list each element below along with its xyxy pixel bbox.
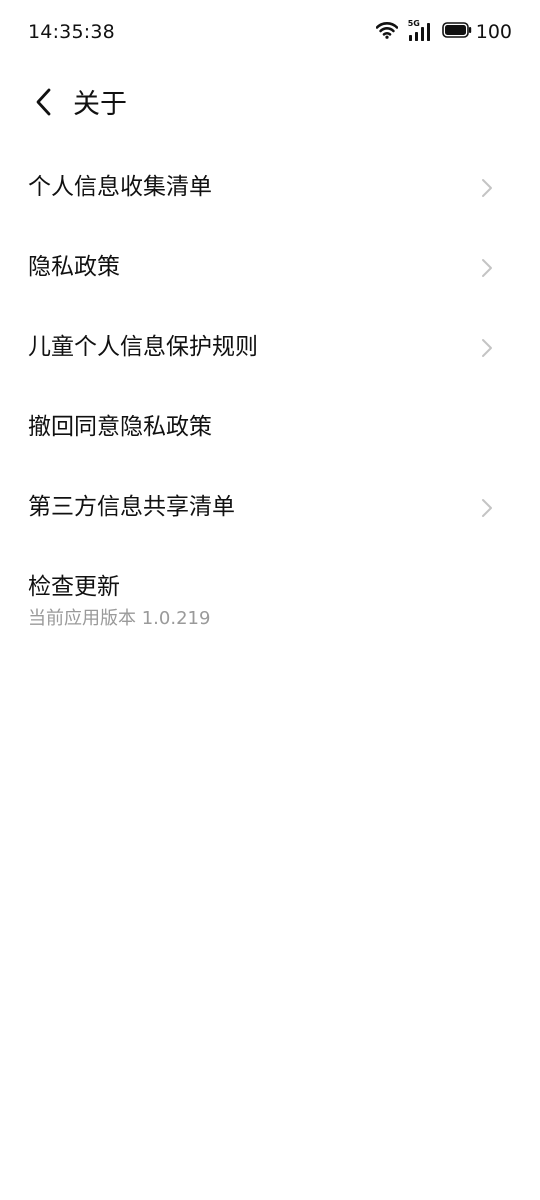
chevron-right-icon: [477, 176, 497, 200]
wifi-icon: [375, 21, 399, 43]
top-app-bar: 关于: [0, 78, 540, 130]
list-item-label: 撤回同意隐私政策: [28, 414, 212, 440]
chevron-right-icon: [477, 256, 497, 280]
chevron-left-icon: [33, 87, 55, 121]
chevron-right-icon: [477, 336, 497, 360]
list-item-children-privacy-rules[interactable]: 儿童个人信息保护规则: [0, 308, 540, 388]
list-item-withdraw-consent[interactable]: 撤回同意隐私政策: [0, 388, 540, 468]
cellular-5g-icon: 5G: [408, 19, 432, 43]
list-item-privacy-policy[interactable]: 隐私政策: [0, 228, 540, 308]
status-icons: 5G 100: [375, 18, 512, 46]
list-item-label: 隐私政策: [28, 254, 120, 280]
list-item-third-party-sharing[interactable]: 第三方信息共享清单: [0, 468, 540, 548]
list-item-check-update[interactable]: 检查更新 当前应用版本 1.0.219: [0, 548, 540, 648]
back-button[interactable]: [26, 86, 62, 122]
chevron-right-icon: [477, 496, 497, 520]
battery-level: 100: [475, 21, 512, 43]
battery-icon: [441, 22, 472, 42]
page-title: 关于: [73, 89, 127, 120]
list-item-label: 第三方信息共享清单: [28, 494, 235, 520]
status-time: 14:35:38: [28, 21, 115, 43]
list-item-personal-info-collection[interactable]: 个人信息收集清单: [0, 148, 540, 228]
list-item-label: 检查更新: [28, 574, 120, 600]
list-item-label: 儿童个人信息保护规则: [28, 334, 258, 360]
list-item-label: 个人信息收集清单: [28, 174, 212, 200]
settings-list: 个人信息收集清单 隐私政策 儿童个人信息保护规则 撤回同意隐私政策 第三方信息共…: [0, 148, 540, 648]
status-bar: 14:35:38 5G 100: [0, 0, 540, 62]
app-version-text: 当前应用版本 1.0.219: [28, 608, 211, 629]
